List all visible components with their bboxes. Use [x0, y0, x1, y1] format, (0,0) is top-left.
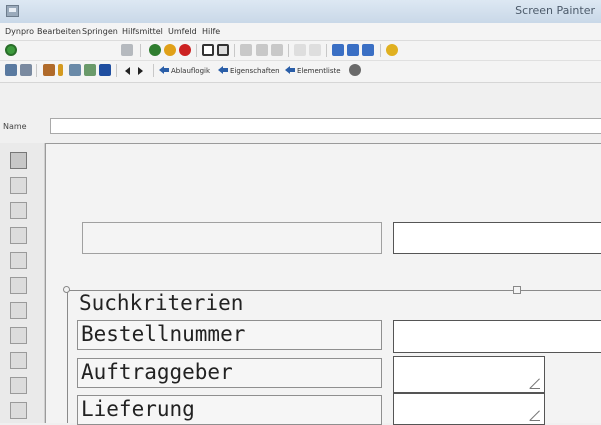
elementliste-arrow-icon: [285, 66, 295, 74]
copy-icon[interactable]: [256, 44, 268, 56]
pointer-tool-icon[interactable]: [10, 152, 27, 169]
element-palette: [0, 143, 45, 423]
cut-icon[interactable]: [240, 44, 252, 56]
where-used-icon[interactable]: [84, 64, 96, 76]
value-help-icon[interactable]: [530, 379, 540, 389]
input-lieferung[interactable]: [393, 393, 545, 425]
test-icon[interactable]: [69, 64, 81, 76]
menu-hilfe[interactable]: Hilfe: [202, 27, 220, 36]
label-bestellnummer[interactable]: Bestellnummer: [77, 320, 382, 350]
table-control-tool-icon[interactable]: [10, 377, 27, 394]
back-icon[interactable]: [149, 44, 161, 56]
empty-input-field[interactable]: [393, 222, 601, 254]
input-bestellnummer[interactable]: [393, 320, 601, 353]
menu-bar: Dynpro Bearbeiten Springen Hilfsmittel U…: [0, 23, 601, 41]
application-toolbar: Ablauflogik Eigenschaften Elementliste: [0, 61, 601, 83]
redo-icon[interactable]: [309, 44, 321, 56]
menu-springen[interactable]: Springen: [82, 27, 118, 36]
frame-left-line: [67, 290, 68, 423]
box-tool-icon[interactable]: [10, 327, 27, 344]
prev-icon[interactable]: [123, 67, 130, 75]
print-icon[interactable]: [202, 44, 214, 56]
name-label: Name: [3, 122, 27, 131]
menu-bearbeiten[interactable]: Bearbeiten: [37, 27, 81, 36]
label-lieferung[interactable]: Lieferung: [77, 395, 382, 425]
ablauflogik-arrow-icon: [159, 66, 169, 74]
label-auftraggeber[interactable]: Auftraggeber: [77, 358, 382, 388]
title-bar: Screen Painter: [0, 0, 601, 24]
eigenschaften-button[interactable]: Eigenschaften: [230, 67, 280, 75]
layout-toggle-icon[interactable]: [20, 64, 32, 76]
activate-icon[interactable]: [58, 64, 63, 76]
custom-control-tool-icon[interactable]: [10, 402, 27, 419]
empty-text-field[interactable]: [82, 222, 382, 254]
eigenschaften-arrow-icon: [218, 66, 228, 74]
enter-icon[interactable]: [5, 44, 17, 56]
paste-icon[interactable]: [271, 44, 283, 56]
input-auftraggeber[interactable]: [393, 356, 545, 393]
layout-icon-2[interactable]: [347, 44, 359, 56]
save-icon[interactable]: [121, 44, 133, 56]
frame-title: Suchkriterien: [77, 291, 246, 315]
menu-dynpro[interactable]: Dynpro: [5, 27, 34, 36]
pushbutton-tool-icon[interactable]: [10, 277, 27, 294]
settings-icon[interactable]: [349, 64, 361, 76]
layout-icon-1[interactable]: [332, 44, 344, 56]
elementliste-button[interactable]: Elementliste: [297, 67, 341, 75]
layout-icon-3[interactable]: [362, 44, 374, 56]
canvas-border-top: [45, 143, 601, 144]
menu-umfeld[interactable]: Umfeld: [168, 27, 197, 36]
text-field-tool-icon[interactable]: [10, 177, 27, 194]
value-help-icon[interactable]: [530, 411, 540, 421]
menu-hilfsmittel[interactable]: Hilfsmittel: [122, 27, 163, 36]
frame-handle-left[interactable]: [63, 286, 70, 293]
input-field-tool-icon[interactable]: [10, 202, 27, 219]
undo-icon[interactable]: [294, 44, 306, 56]
canvas-border-left: [45, 143, 46, 423]
window-title: Screen Painter: [515, 4, 595, 17]
tabstrip-tool-icon[interactable]: [10, 302, 27, 319]
find-icon[interactable]: [217, 44, 229, 56]
app-icon[interactable]: [6, 5, 19, 17]
standard-toolbar: [0, 41, 601, 61]
info-icon[interactable]: [99, 64, 111, 76]
check-icon[interactable]: [43, 64, 55, 76]
exit-icon[interactable]: [164, 44, 176, 56]
frame-handle-top[interactable]: [513, 286, 521, 294]
radio-button-tool-icon[interactable]: [10, 252, 27, 269]
ablauflogik-button[interactable]: Ablauflogik: [171, 67, 210, 75]
next-icon[interactable]: [138, 67, 145, 75]
name-input[interactable]: [50, 118, 601, 134]
help-icon[interactable]: [386, 44, 398, 56]
cancel-icon[interactable]: [179, 44, 191, 56]
screen-icon[interactable]: [5, 64, 17, 76]
subscreen-tool-icon[interactable]: [10, 352, 27, 369]
checkbox-tool-icon[interactable]: [10, 227, 27, 244]
